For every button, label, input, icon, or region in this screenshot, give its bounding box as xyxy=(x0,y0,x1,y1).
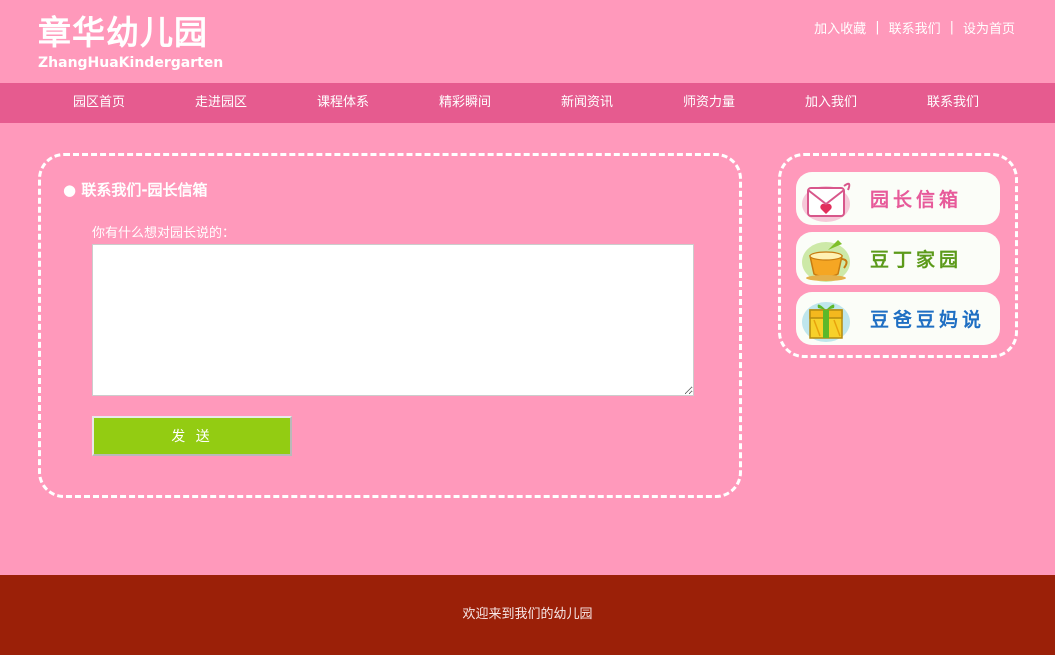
nav-item-news[interactable]: 新闻资讯 xyxy=(526,83,648,123)
nav-link[interactable]: 新闻资讯 xyxy=(561,95,613,110)
contact-panel: ● 联系我们-园长信箱 你有什么想对园长说的： 发 送 xyxy=(38,153,742,498)
contact-link[interactable]: 联系我们 xyxy=(889,18,941,37)
add-favorite-link[interactable]: 加入收藏 xyxy=(814,18,866,37)
sidebar-item-parents-say[interactable]: 豆爸豆妈说 xyxy=(796,292,1000,345)
sidebar-panel: 园长信箱 豆丁家园 豆爸豆妈说 xyxy=(778,153,1018,358)
nav-item-moments[interactable]: 精彩瞬间 xyxy=(404,83,526,123)
nav-link[interactable]: 园区首页 xyxy=(73,95,125,110)
site-logo[interactable]: 章华幼儿园 ZhangHuaKindergarten xyxy=(38,13,223,72)
top-links: 加入收藏 | 联系我们 | 设为首页 xyxy=(814,18,1015,37)
sidebar-item-label: 豆丁家园 xyxy=(870,249,963,271)
nav-link[interactable]: 师资力量 xyxy=(683,95,735,110)
panel-title-text: 联系我们-园长信箱 xyxy=(81,181,208,199)
nav-link[interactable]: 课程体系 xyxy=(317,95,369,110)
sidebar-item-kids-home[interactable]: 豆丁家园 xyxy=(796,232,1000,285)
nav-link[interactable]: 联系我们 xyxy=(927,95,979,110)
nav-item-courses[interactable]: 课程体系 xyxy=(282,83,404,123)
teacup-icon xyxy=(796,232,860,285)
nav-item-home[interactable]: 园区首页 xyxy=(38,83,160,123)
footer-text: 欢迎来到我们的幼儿园 xyxy=(462,607,593,622)
gift-box-icon xyxy=(796,292,860,345)
message-prompt: 你有什么想对园长说的： xyxy=(92,226,236,241)
nav-item-join[interactable]: 加入我们 xyxy=(770,83,892,123)
logo-subtitle: ZhangHuaKindergarten xyxy=(38,55,224,71)
bullet-icon: ● xyxy=(63,181,77,199)
separator: | xyxy=(949,20,954,35)
main-nav: 园区首页 走进园区 课程体系 精彩瞬间 新闻资讯 师资力量 加入我们 联系我们 xyxy=(0,83,1055,123)
set-homepage-link[interactable]: 设为首页 xyxy=(963,18,1015,37)
site-header: 章华幼儿园 ZhangHuaKindergarten 加入收藏 | 联系我们 |… xyxy=(0,0,1055,83)
sidebar-item-principal-mailbox[interactable]: 园长信箱 xyxy=(796,172,1000,225)
nav-item-about[interactable]: 走进园区 xyxy=(160,83,282,123)
nav-link[interactable]: 加入我们 xyxy=(805,95,857,110)
separator: | xyxy=(875,20,880,35)
nav-item-teachers[interactable]: 师资力量 xyxy=(648,83,770,123)
logo-title: 章华幼儿园 xyxy=(38,13,208,52)
panel-title: ● 联系我们-园长信箱 xyxy=(63,179,208,200)
sidebar-item-label: 豆爸豆妈说 xyxy=(870,309,986,331)
nav-link[interactable]: 精彩瞬间 xyxy=(439,95,491,110)
send-button[interactable]: 发 送 xyxy=(92,416,292,456)
nav-item-contact[interactable]: 联系我们 xyxy=(892,83,1014,123)
site-footer: 欢迎来到我们的幼儿园 xyxy=(0,575,1055,655)
envelope-heart-icon xyxy=(796,172,860,225)
message-textarea[interactable] xyxy=(92,244,694,396)
sidebar-item-label: 园长信箱 xyxy=(870,189,963,211)
nav-link[interactable]: 走进园区 xyxy=(195,95,247,110)
